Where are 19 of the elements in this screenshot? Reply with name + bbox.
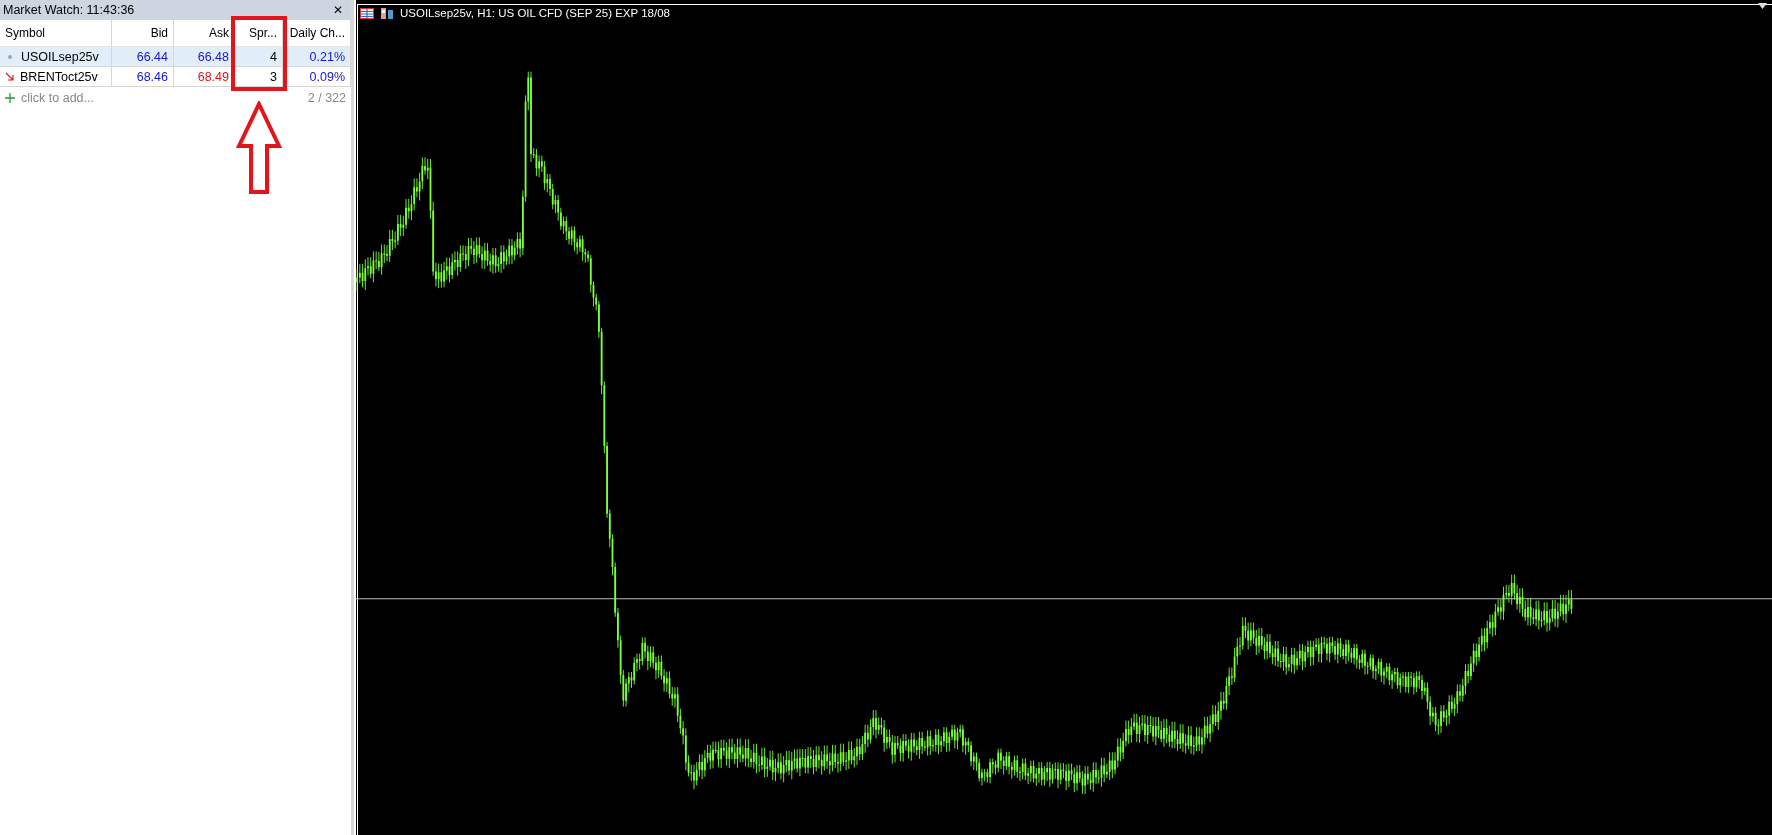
ask-cell: 68.49	[174, 67, 235, 87]
chart-title: USOILsep25v, H1: US OIL CFD (SEP 25) EXP 18/08	[400, 7, 670, 19]
dropdown-triangle-icon[interactable]	[1758, 3, 1767, 9]
change-cell: 0.09%	[283, 67, 351, 87]
add-symbol-link[interactable]: click to add...	[21, 91, 94, 105]
bar-chart-icon[interactable]	[380, 7, 394, 19]
bid-cell: 68.46	[112, 67, 174, 87]
symbol-name: USOILsep25v	[21, 49, 99, 64]
dot-icon	[8, 54, 12, 59]
bid-cell: 66.44	[112, 47, 174, 67]
panel-title: Market Watch: 11:43:36	[3, 3, 135, 17]
symbol-count: 2 / 322	[307, 91, 346, 105]
down-arrow-icon	[5, 72, 14, 81]
table-icon[interactable]	[360, 7, 374, 19]
plus-icon[interactable]	[5, 93, 15, 103]
spread-cell: 4	[235, 47, 283, 67]
close-button[interactable]: ✕	[331, 3, 345, 17]
symbol-name: BRENToct25v	[20, 69, 98, 84]
spread-cell: 3	[235, 67, 283, 87]
